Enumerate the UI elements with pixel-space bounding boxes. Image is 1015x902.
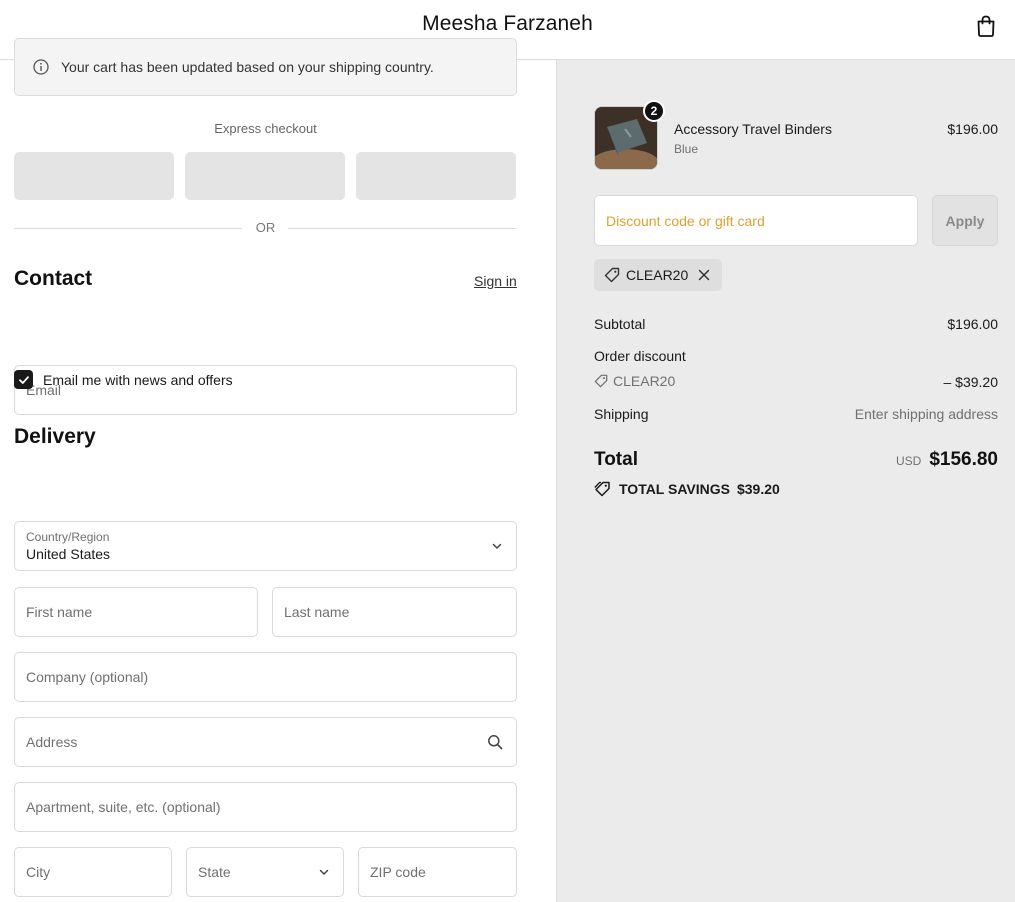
currency-code: USD <box>895 454 922 468</box>
order-discount-label: Order discount <box>594 348 686 364</box>
apartment-placeholder: Apartment, suite, etc. (optional) <box>26 799 221 815</box>
city-field[interactable]: City <box>14 847 172 897</box>
checkmark-icon <box>18 375 29 384</box>
total-label: Total <box>594 449 638 470</box>
company-placeholder: Company (optional) <box>26 669 149 685</box>
state-select[interactable]: State <box>186 847 344 897</box>
delivery-title: Delivery <box>14 425 96 448</box>
subtotal-value: $196.00 <box>947 316 998 332</box>
total-savings: TOTAL SAVINGS $39.20 <box>594 481 780 497</box>
notice-text: Your cart has been updated based on your… <box>61 59 434 75</box>
contact-title: Contact <box>14 267 93 290</box>
savings-tag-icon <box>594 481 611 497</box>
product-price: $196.00 <box>947 121 998 137</box>
order-discount-code: CLEAR20 <box>594 373 675 389</box>
newsletter-label: Email me with news and offers <box>43 371 233 388</box>
tag-icon <box>604 267 620 283</box>
info-icon <box>33 59 49 75</box>
newsletter-checkbox-row[interactable]: Email me with news and offers <box>14 370 233 389</box>
country-value: United States <box>26 546 111 562</box>
city-placeholder: City <box>26 864 51 880</box>
address-placeholder: Address <box>26 734 78 750</box>
quantity-badge: 2 <box>643 100 665 122</box>
sign-in-link[interactable]: Sign in <box>474 273 517 289</box>
product-variant: Blue <box>674 142 699 156</box>
country-label: Country/Region <box>26 530 110 544</box>
express-pay-button-1[interactable] <box>14 152 174 200</box>
express-pay-button-3[interactable] <box>356 152 516 200</box>
chevron-down-icon <box>491 540 503 552</box>
express-checkout-label: Express checkout <box>214 121 317 136</box>
last-name-placeholder: Last name <box>284 604 350 620</box>
savings-value: $39.20 <box>736 481 780 497</box>
total-value: $156.80 <box>929 449 998 470</box>
or-divider: OR <box>14 220 517 236</box>
search-icon[interactable] <box>487 734 503 750</box>
cart-updated-notice: Your cart has been updated based on your… <box>14 38 517 96</box>
first-name-placeholder: First name <box>26 604 93 620</box>
zip-placeholder: ZIP code <box>370 864 426 880</box>
remove-discount-icon[interactable] <box>698 269 710 281</box>
chevron-down-icon <box>318 866 330 878</box>
first-name-field[interactable]: First name <box>14 587 258 637</box>
tag-icon <box>594 374 608 388</box>
company-field[interactable]: Company (optional) <box>14 652 517 702</box>
order-discount-code-text: CLEAR20 <box>613 373 676 389</box>
discount-placeholder: Discount code or gift card <box>606 212 765 229</box>
zip-field[interactable]: ZIP code <box>358 847 517 897</box>
store-name[interactable]: Meesha Farzaneh <box>0 12 1015 36</box>
apply-button[interactable]: Apply <box>932 195 998 246</box>
order-discount-value: – $39.20 <box>943 374 999 390</box>
last-name-field[interactable]: Last name <box>272 587 517 637</box>
state-placeholder: State <box>198 864 231 880</box>
subtotal-label: Subtotal <box>594 316 646 332</box>
shopping-bag-icon <box>977 15 995 37</box>
newsletter-checkbox[interactable] <box>14 370 33 389</box>
shipping-value: Enter shipping address <box>854 406 998 422</box>
shipping-label: Shipping <box>594 406 649 422</box>
country-select[interactable]: Country/Region United States <box>14 521 517 571</box>
applied-discount-chip: CLEAR20 <box>594 259 723 291</box>
apartment-field[interactable]: Apartment, suite, etc. (optional) <box>14 782 517 832</box>
savings-label: TOTAL SAVINGS <box>619 481 730 497</box>
discount-code-input[interactable]: Discount code or gift card <box>594 195 918 246</box>
address-field[interactable]: Address <box>14 717 517 767</box>
product-name: Accessory Travel Binders <box>674 121 832 137</box>
express-pay-button-2[interactable] <box>185 152 345 200</box>
total-value-group: USD $156.80 <box>896 449 998 471</box>
applied-code-text: CLEAR20 <box>626 267 689 283</box>
cart-button[interactable] <box>973 13 999 39</box>
